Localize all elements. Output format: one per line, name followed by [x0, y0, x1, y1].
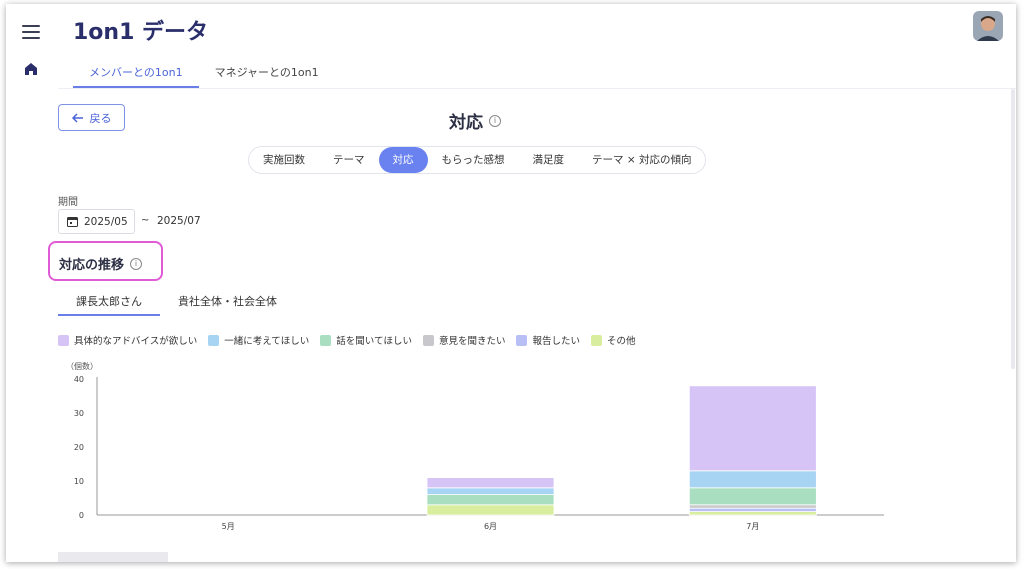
legend-label: 具体的なアドバイスが欲しい — [74, 336, 198, 347]
section-title-text: 対応 — [449, 113, 483, 133]
segment-taiou[interactable]: 対応 — [378, 147, 428, 173]
divider — [58, 88, 1016, 89]
legend-item[interactable]: 話を聞いてほしい — [320, 333, 412, 347]
main-tabs: メンバーとの1on1 マネジャーとの1on1 — [73, 56, 335, 88]
tab-company-society[interactable]: 貴社全体・社会全体 — [160, 288, 295, 316]
period-from-value: 2025/05 — [84, 215, 128, 228]
bar-segment — [688, 504, 817, 509]
y-tick-label: 10 — [74, 477, 84, 486]
bar-segment — [688, 385, 817, 472]
tab-manager-1on1[interactable]: マネジャーとの1on1 — [199, 56, 335, 88]
bar-segment — [688, 470, 817, 489]
legend-label: 報告したい — [532, 336, 580, 347]
category-segment-tabs: 実施回数 テーマ 対応 もらった感想 満足度 テーマ × 対応の傾向 — [248, 146, 707, 174]
period-label: 期間 — [58, 197, 78, 208]
arrow-left-icon — [71, 112, 83, 123]
legend-swatch — [208, 334, 220, 346]
bar-segment — [426, 487, 555, 496]
x-tick-label: 5月 — [222, 522, 235, 531]
segment-jisshi-kaisu[interactable]: 実施回数 — [249, 147, 319, 173]
calendar-icon — [67, 217, 78, 227]
user-avatar[interactable] — [973, 11, 1003, 41]
x-tick-label: 7月 — [746, 522, 759, 531]
y-tick-label: 20 — [74, 443, 84, 452]
y-tick-label: 0 — [79, 511, 84, 520]
legend-swatch — [422, 334, 434, 346]
scope-tabs: 課長太郎さん 貴社全体・社会全体 — [58, 288, 295, 316]
legend-item[interactable]: 具体的なアドバイスが欲しい — [58, 333, 197, 347]
period-separator: ~ — [141, 215, 150, 226]
bar-segment — [426, 477, 555, 489]
legend-swatch — [320, 334, 332, 346]
segment-manzokudo[interactable]: 満足度 — [519, 147, 579, 173]
legend-swatch — [516, 334, 528, 346]
legend-label: 一緒に考えてほしい — [224, 336, 310, 347]
app-window: 1on1 データ メンバーとの1on1 マネジャーとの1on1 戻る 対応 i … — [6, 4, 1016, 562]
bar-segment — [688, 487, 817, 506]
chart-legend: 具体的なアドバイスが欲しい 一緒に考えてほしい 話を聞いてほしい 意見を聞きたい 報告し… — [58, 333, 636, 347]
page-title: 1on1 データ — [73, 20, 209, 45]
y-tick-label: 40 — [74, 375, 84, 384]
legend-swatch — [58, 334, 69, 346]
legend-item[interactable]: 意見を聞きたい — [422, 333, 506, 347]
hamburger-menu-icon[interactable] — [22, 25, 40, 39]
next-section-placeholder — [58, 552, 168, 562]
period-to-value[interactable]: 2025/07 — [157, 215, 201, 227]
back-button-label: 戻る — [89, 111, 112, 125]
legend-label: 意見を聞きたい — [438, 336, 506, 347]
bar-segment — [688, 507, 817, 512]
x-tick-label: 6月 — [484, 522, 497, 531]
legend-label: 話を聞いてほしい — [336, 336, 412, 347]
bar-segment — [426, 504, 555, 516]
section-title: 対応 i — [449, 108, 501, 133]
legend-swatch — [591, 334, 602, 346]
tab-person[interactable]: 課長太郎さん — [58, 288, 160, 316]
chart-heading-text: 対応の推移 — [59, 258, 125, 273]
segment-kansou[interactable]: もらった感想 — [428, 147, 519, 173]
period-from-picker[interactable]: 2025/05 — [58, 209, 135, 234]
info-icon[interactable]: i — [130, 257, 143, 270]
home-icon[interactable] — [23, 61, 39, 77]
y-tick-label: 30 — [74, 409, 84, 418]
back-button[interactable]: 戻る — [58, 104, 125, 131]
info-icon[interactable]: i — [489, 114, 501, 127]
tab-member-1on1[interactable]: メンバーとの1on1 — [73, 56, 199, 88]
segment-theme-taiou[interactable]: テーマ × 対応の傾向 — [578, 147, 705, 173]
segment-theme[interactable]: テーマ — [319, 147, 379, 173]
bar-segment — [688, 511, 817, 516]
chart-heading: 対応の推移 i — [59, 254, 143, 273]
stacked-bar-chart: 0 10 20 30 40 5月 6月 7月 — [74, 375, 884, 531]
legend-label: その他 — [607, 336, 636, 347]
bar-segment — [426, 494, 555, 506]
legend-item[interactable]: その他 — [591, 333, 636, 347]
legend-item[interactable]: 報告したい — [516, 333, 580, 347]
legend-item[interactable]: 一緒に考えてほしい — [208, 333, 309, 347]
scrollbar[interactable] — [1011, 89, 1015, 369]
